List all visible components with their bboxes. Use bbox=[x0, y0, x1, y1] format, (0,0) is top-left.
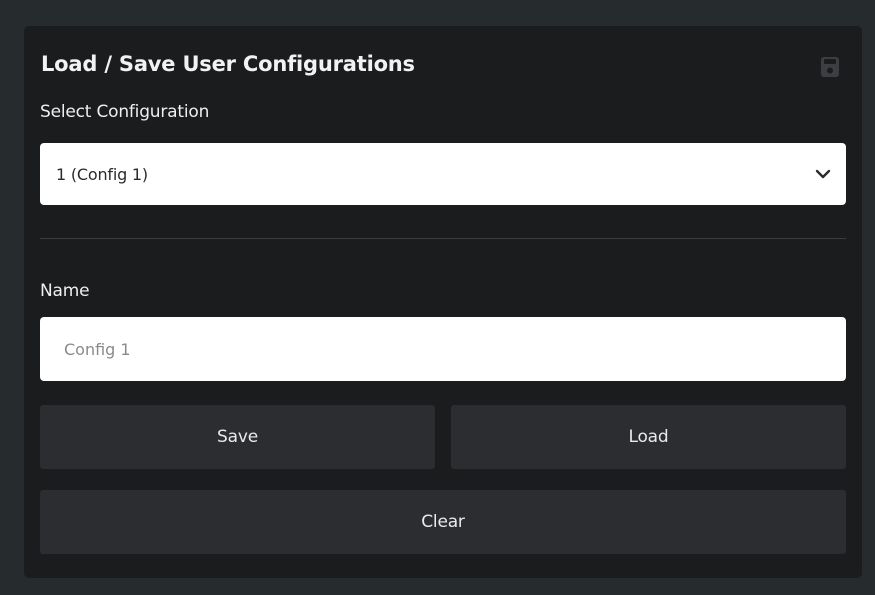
name-label: Name bbox=[40, 281, 90, 301]
config-panel: Load / Save User Configurations Select C… bbox=[24, 26, 862, 578]
chevron-down-icon bbox=[815, 169, 831, 179]
configuration-select[interactable]: 1 (Config 1) bbox=[40, 143, 846, 205]
panel-title: Load / Save User Configurations bbox=[41, 52, 415, 76]
load-button[interactable]: Load bbox=[451, 405, 846, 469]
configuration-select-value: 1 (Config 1) bbox=[56, 164, 148, 184]
save-icon[interactable] bbox=[820, 56, 840, 78]
divider bbox=[40, 238, 846, 239]
name-input[interactable] bbox=[40, 317, 846, 381]
clear-button[interactable]: Clear bbox=[40, 490, 846, 554]
action-buttons-row: Save Load bbox=[40, 405, 846, 469]
panel-header: Load / Save User Configurations bbox=[40, 26, 846, 90]
select-configuration-label: Select Configuration bbox=[40, 102, 210, 122]
save-button[interactable]: Save bbox=[40, 405, 435, 469]
